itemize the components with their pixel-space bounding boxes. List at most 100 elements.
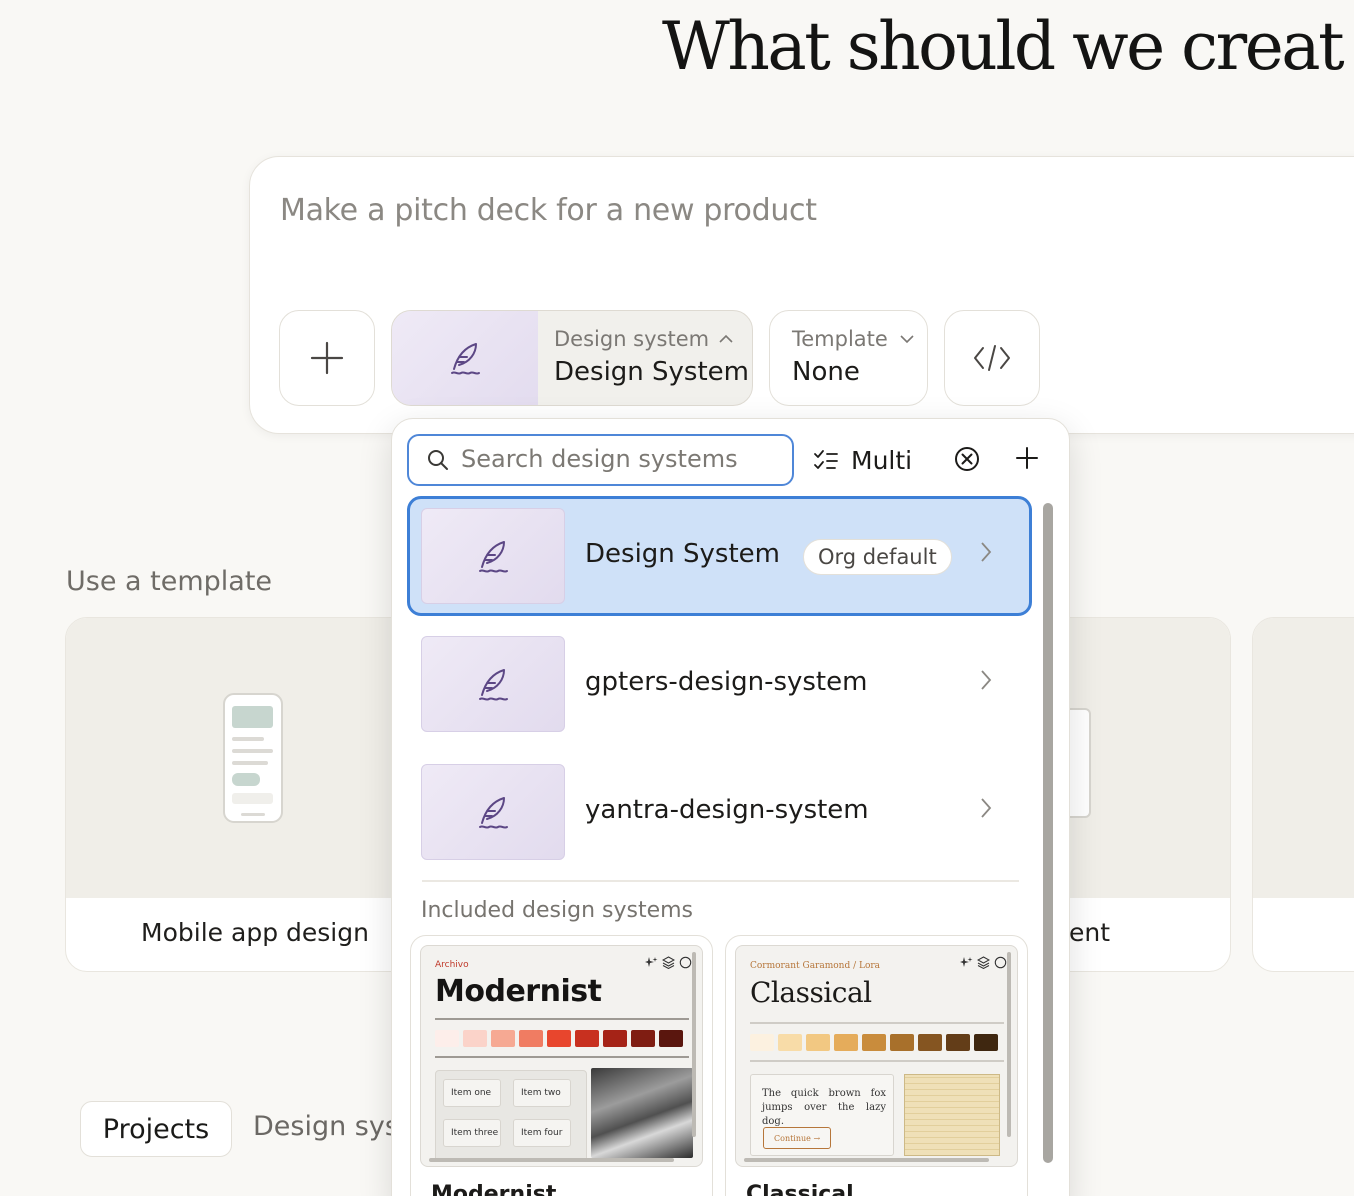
color-swatch [890,1034,914,1051]
item-grid: Item one Item two Item three Item four [435,1070,587,1162]
item-thumbnail [421,636,565,732]
template-caption: Template [792,327,914,351]
included-card-classical[interactable]: Cormorant Garamond / Lora Classical The … [725,935,1028,1196]
color-swatch [778,1034,802,1051]
font-caption: Cormorant Garamond / Lora [750,961,881,971]
grid-item: Item four [513,1119,571,1147]
add-design-system-button[interactable] [1014,445,1040,475]
plus-icon [310,341,344,375]
classical-preview: Cormorant Garamond / Lora Classical The … [735,945,1018,1167]
tab-design-systems[interactable]: Design sys [253,1111,399,1142]
item-name: gpters-design-system [585,667,868,697]
quill-icon [479,797,508,829]
design-system-item-yantra[interactable]: yantra-design-system [407,752,1032,872]
item-name: Design System [585,539,780,569]
architecture-photo [591,1068,693,1158]
multi-select-toggle[interactable]: Multi [813,439,912,481]
included-card-name: Classical [746,1182,854,1196]
quill-icon [451,343,480,375]
design-system-selector[interactable]: Design system Design System [391,310,753,406]
circle-icon [994,956,1007,969]
included-card-name: Modernist [431,1182,557,1196]
code-icon [974,345,1010,371]
chevron-down-icon [900,335,914,344]
color-swatch [463,1030,487,1047]
color-swatch [834,1034,858,1051]
grid-item: Item one [443,1079,501,1107]
color-swatch [603,1030,627,1047]
search-field[interactable] [407,434,794,486]
checklist-icon [814,450,838,469]
template-card-partial[interactable] [1252,617,1354,972]
color-swatches [750,1034,998,1051]
color-swatch [806,1034,830,1051]
continue-button: Continue → [763,1127,832,1149]
quill-icon [479,669,508,701]
attach-button[interactable] [279,310,375,406]
close-circle-icon [955,447,979,471]
chevron-right-icon[interactable] [979,796,993,820]
color-swatch [547,1030,571,1047]
quill-icon [479,541,508,573]
grid-item: Item three [443,1119,501,1147]
modernist-preview: Archivo Modernist Item one Item two Item… [420,945,703,1167]
preview-scrollbar[interactable] [692,952,696,1137]
included-card-modernist[interactable]: Archivo Modernist Item one Item two Item… [410,935,713,1196]
template-card-label: Mobile app design [141,918,369,947]
code-button[interactable] [944,310,1040,406]
item-name: yantra-design-system [585,795,869,825]
design-system-caption: Design system [554,327,733,351]
template-value: None [792,357,860,387]
org-default-badge: Org default [803,539,952,575]
design-system-thumbnail [392,311,538,405]
color-swatches [435,1030,683,1047]
preview-scrollbar[interactable] [744,1158,989,1162]
design-system-item-design-system[interactable]: Design System Org default [407,496,1032,616]
color-swatch [575,1030,599,1047]
prompt-input[interactable]: Make a pitch deck for a new product [280,193,817,228]
color-swatch [519,1030,543,1047]
sparkle-icon [960,957,973,967]
chevron-right-icon[interactable] [979,540,993,564]
phone-illustration [223,693,283,823]
template-card-mobile-app[interactable]: Mobile app design [65,617,445,972]
color-swatch [862,1034,886,1051]
preview-icons [960,956,1007,969]
design-system-item-gpters[interactable]: gpters-design-system [407,624,1032,744]
chevron-up-icon [719,334,733,343]
template-card-label: ent [1069,918,1111,947]
tab-projects[interactable]: Projects [80,1101,232,1157]
font-caption: Archivo [435,960,469,970]
preview-title: Modernist [435,974,602,1009]
manuscript-image [904,1074,1000,1156]
color-swatch [946,1034,970,1051]
template-selector[interactable]: Template None [769,310,928,406]
color-swatch [435,1030,459,1047]
preview-icons [645,956,692,969]
design-system-dropdown: Multi Design System Org default gpters-d… [391,418,1070,1196]
prompt-card: Make a pitch deck for a new product Desi… [249,156,1354,434]
layers-icon [977,956,990,969]
sparkle-icon [645,957,658,967]
plus-icon [1016,447,1038,469]
preview-scrollbar[interactable] [429,1158,674,1162]
sample-text: The quick brown fox jumps over the lazy … [762,1088,886,1127]
clear-button[interactable] [953,445,981,477]
template-preview [1253,618,1354,898]
dropdown-scrollbar[interactable] [1043,503,1053,1163]
color-swatch [631,1030,655,1047]
use-template-heading: Use a template [66,566,273,597]
divider [422,880,1019,882]
design-system-value: Design System [554,357,749,387]
template-preview [66,618,444,898]
preview-scrollbar[interactable] [1007,952,1011,1137]
circle-icon [679,956,692,969]
color-swatch [491,1030,515,1047]
item-thumbnail [421,508,565,604]
included-heading: Included design systems [421,898,694,923]
chevron-right-icon[interactable] [979,668,993,692]
search-input[interactable] [461,441,781,477]
multi-label: Multi [851,445,913,475]
layers-icon [662,956,675,969]
sample-text-block: The quick brown fox jumps over the lazy … [750,1074,894,1156]
